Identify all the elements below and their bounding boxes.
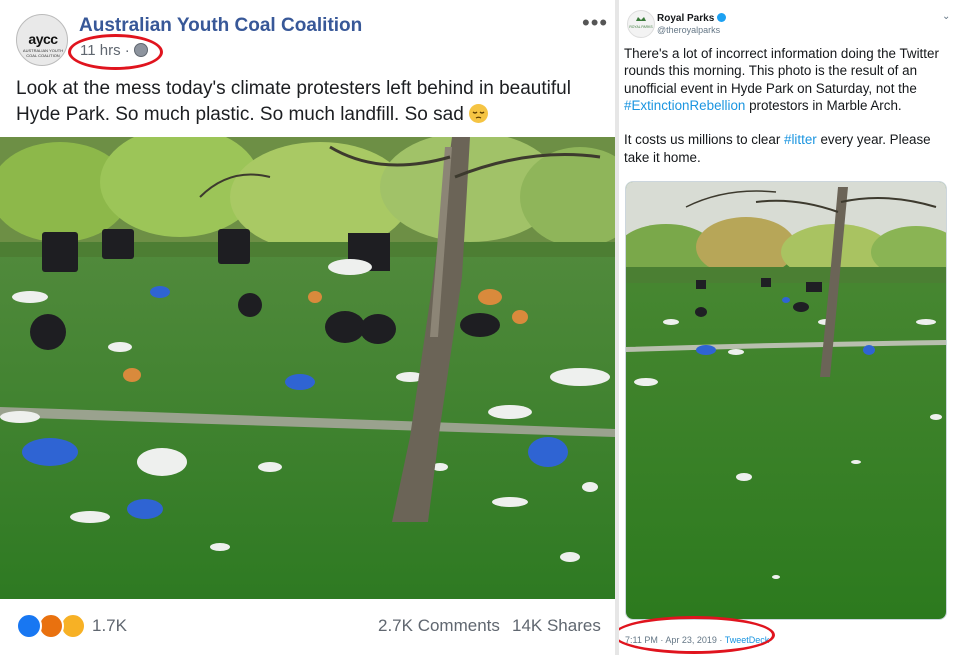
litter-park-photo[interactable] [0,137,615,599]
tweet-footer: 7:11 PM · Apr 23, 2019 · TweetDeck [625,635,769,645]
tweet-text-part2: protestors in Marble Arch. [745,97,902,113]
hashtag-extinctionrebellion-link[interactable]: #ExtinctionRebellion [624,98,745,113]
tweet-text: There's a lot of incorrect information d… [624,45,956,166]
facebook-post: aycc AUSTRALIAN YOUTH COAL COALITION Aus… [0,0,615,655]
sad-emoji-icon [469,104,489,123]
avatar-logo-text: aycc [28,31,58,47]
chevron-down-icon[interactable]: ⌄ [942,11,950,22]
page-name-link[interactable]: Australian Youth Coal Coalition [79,15,362,37]
tweet-author-name-text: Royal Parks [657,13,715,24]
avatar-logo-subtext: AUSTRALIAN YOUTH COAL COALITION [22,48,64,58]
tweet-timestamp[interactable]: 7:11 PM · Apr 23, 2019 · [625,635,722,645]
tweet-photo[interactable] [625,181,947,620]
tweet-author-name[interactable]: Royal Parks [657,13,727,24]
tweet-card: ROYAL PARKS Royal Parks @theroyalparks ⌄… [619,0,960,655]
tweet-text-part1: There's a lot of incorrect information d… [624,46,939,96]
globe-icon [134,43,148,57]
shares-count-link[interactable]: 14K Shares [512,616,601,636]
post-timestamp[interactable]: 11 hrs · [80,42,130,59]
tweet-source-link[interactable]: TweetDeck [725,635,770,645]
reaction-count[interactable]: 1.7K [92,616,127,636]
post-text: Look at the mess today's climate protest… [16,76,606,128]
more-options-button[interactable]: ••• [582,10,608,36]
avatar-logo-text: ROYAL PARKS [629,25,653,29]
verified-badge-icon [717,13,727,22]
comments-count-link[interactable]: 2.7K Comments [378,616,500,636]
tweet-author-handle[interactable]: @theroyalparks [657,25,720,35]
page-avatar[interactable]: aycc AUSTRALIAN YOUTH COAL COALITION [16,14,68,66]
post-footer: 1.7K 2.7K Comments 14K Shares [0,600,615,655]
royal-parks-avatar[interactable]: ROYAL PARKS [627,10,655,38]
like-reaction-icon[interactable] [16,613,42,639]
hashtag-litter-link[interactable]: #litter [784,132,817,147]
tweet-text-part3: It costs us millions to clear [624,132,784,148]
